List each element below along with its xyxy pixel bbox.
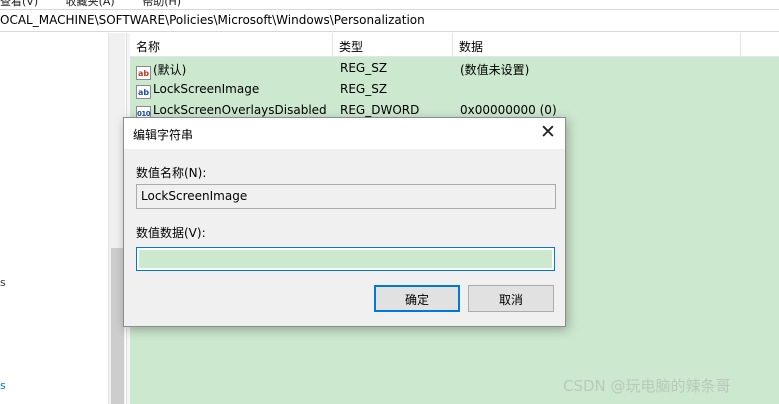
ok-button[interactable]: 确定 bbox=[374, 285, 460, 312]
column-header-data[interactable]: 数据 bbox=[453, 33, 741, 57]
value-name-label: 数值名称(N): bbox=[136, 166, 207, 180]
address-path: OCAL_MACHINE\SOFTWARE\Policies\Microsoft… bbox=[0, 13, 425, 27]
value-data-field-frame bbox=[136, 247, 555, 271]
value-type: REG_DWORD bbox=[340, 103, 420, 117]
list-header: 名称 类型 数据 bbox=[130, 33, 779, 57]
tree-item-fragment[interactable]: s bbox=[0, 276, 6, 289]
string-value-icon: ab bbox=[136, 85, 151, 99]
close-icon[interactable]: ✕ bbox=[535, 121, 561, 145]
column-header-name[interactable]: 名称 bbox=[130, 33, 333, 57]
tree-item-fragment-selected[interactable]: s bbox=[0, 379, 6, 392]
value-name: (默认) bbox=[153, 63, 187, 77]
string-value-icon: ab bbox=[136, 66, 151, 80]
menu-view[interactable]: 查看(V) bbox=[0, 0, 38, 8]
column-header-type[interactable]: 类型 bbox=[333, 33, 453, 57]
value-name: LockScreenImage bbox=[153, 82, 260, 96]
value-name: LockScreenOverlaysDisabled bbox=[153, 103, 327, 117]
menu-bar: 查看(V) 收藏夹(A) 帮助(H) bbox=[0, 0, 779, 8]
edit-string-dialog: 编辑字符串 ✕ 数值名称(N): LockScreenImage 数值数据(V)… bbox=[123, 117, 566, 327]
tree-pane: s s bbox=[0, 33, 126, 404]
value-data-input[interactable] bbox=[139, 250, 552, 268]
menu-help[interactable]: 帮助(H) bbox=[142, 0, 181, 8]
address-bar[interactable]: OCAL_MACHINE\SOFTWARE\Policies\Microsoft… bbox=[0, 9, 779, 32]
list-item[interactable]: ab (默认) REG_SZ (数值未设置) bbox=[130, 58, 779, 80]
value-type: REG_SZ bbox=[340, 82, 388, 96]
dialog-titlebar[interactable]: 编辑字符串 ✕ bbox=[124, 118, 565, 149]
value-data: (数值未设置) bbox=[460, 63, 530, 77]
cancel-button[interactable]: 取消 bbox=[468, 285, 554, 312]
list-item[interactable]: ab LockScreenImage REG_SZ bbox=[130, 79, 779, 100]
watermark: CSDN @玩电脑的辣条哥 bbox=[563, 377, 731, 395]
value-name-field: LockScreenImage bbox=[136, 184, 556, 209]
value-type: REG_SZ bbox=[340, 61, 388, 75]
value-data-label: 数值数据(V): bbox=[136, 226, 206, 240]
dialog-title: 编辑字符串 bbox=[133, 128, 194, 142]
value-data: 0x00000000 (0) bbox=[460, 103, 557, 117]
menu-favorites[interactable]: 收藏夹(A) bbox=[66, 0, 115, 8]
